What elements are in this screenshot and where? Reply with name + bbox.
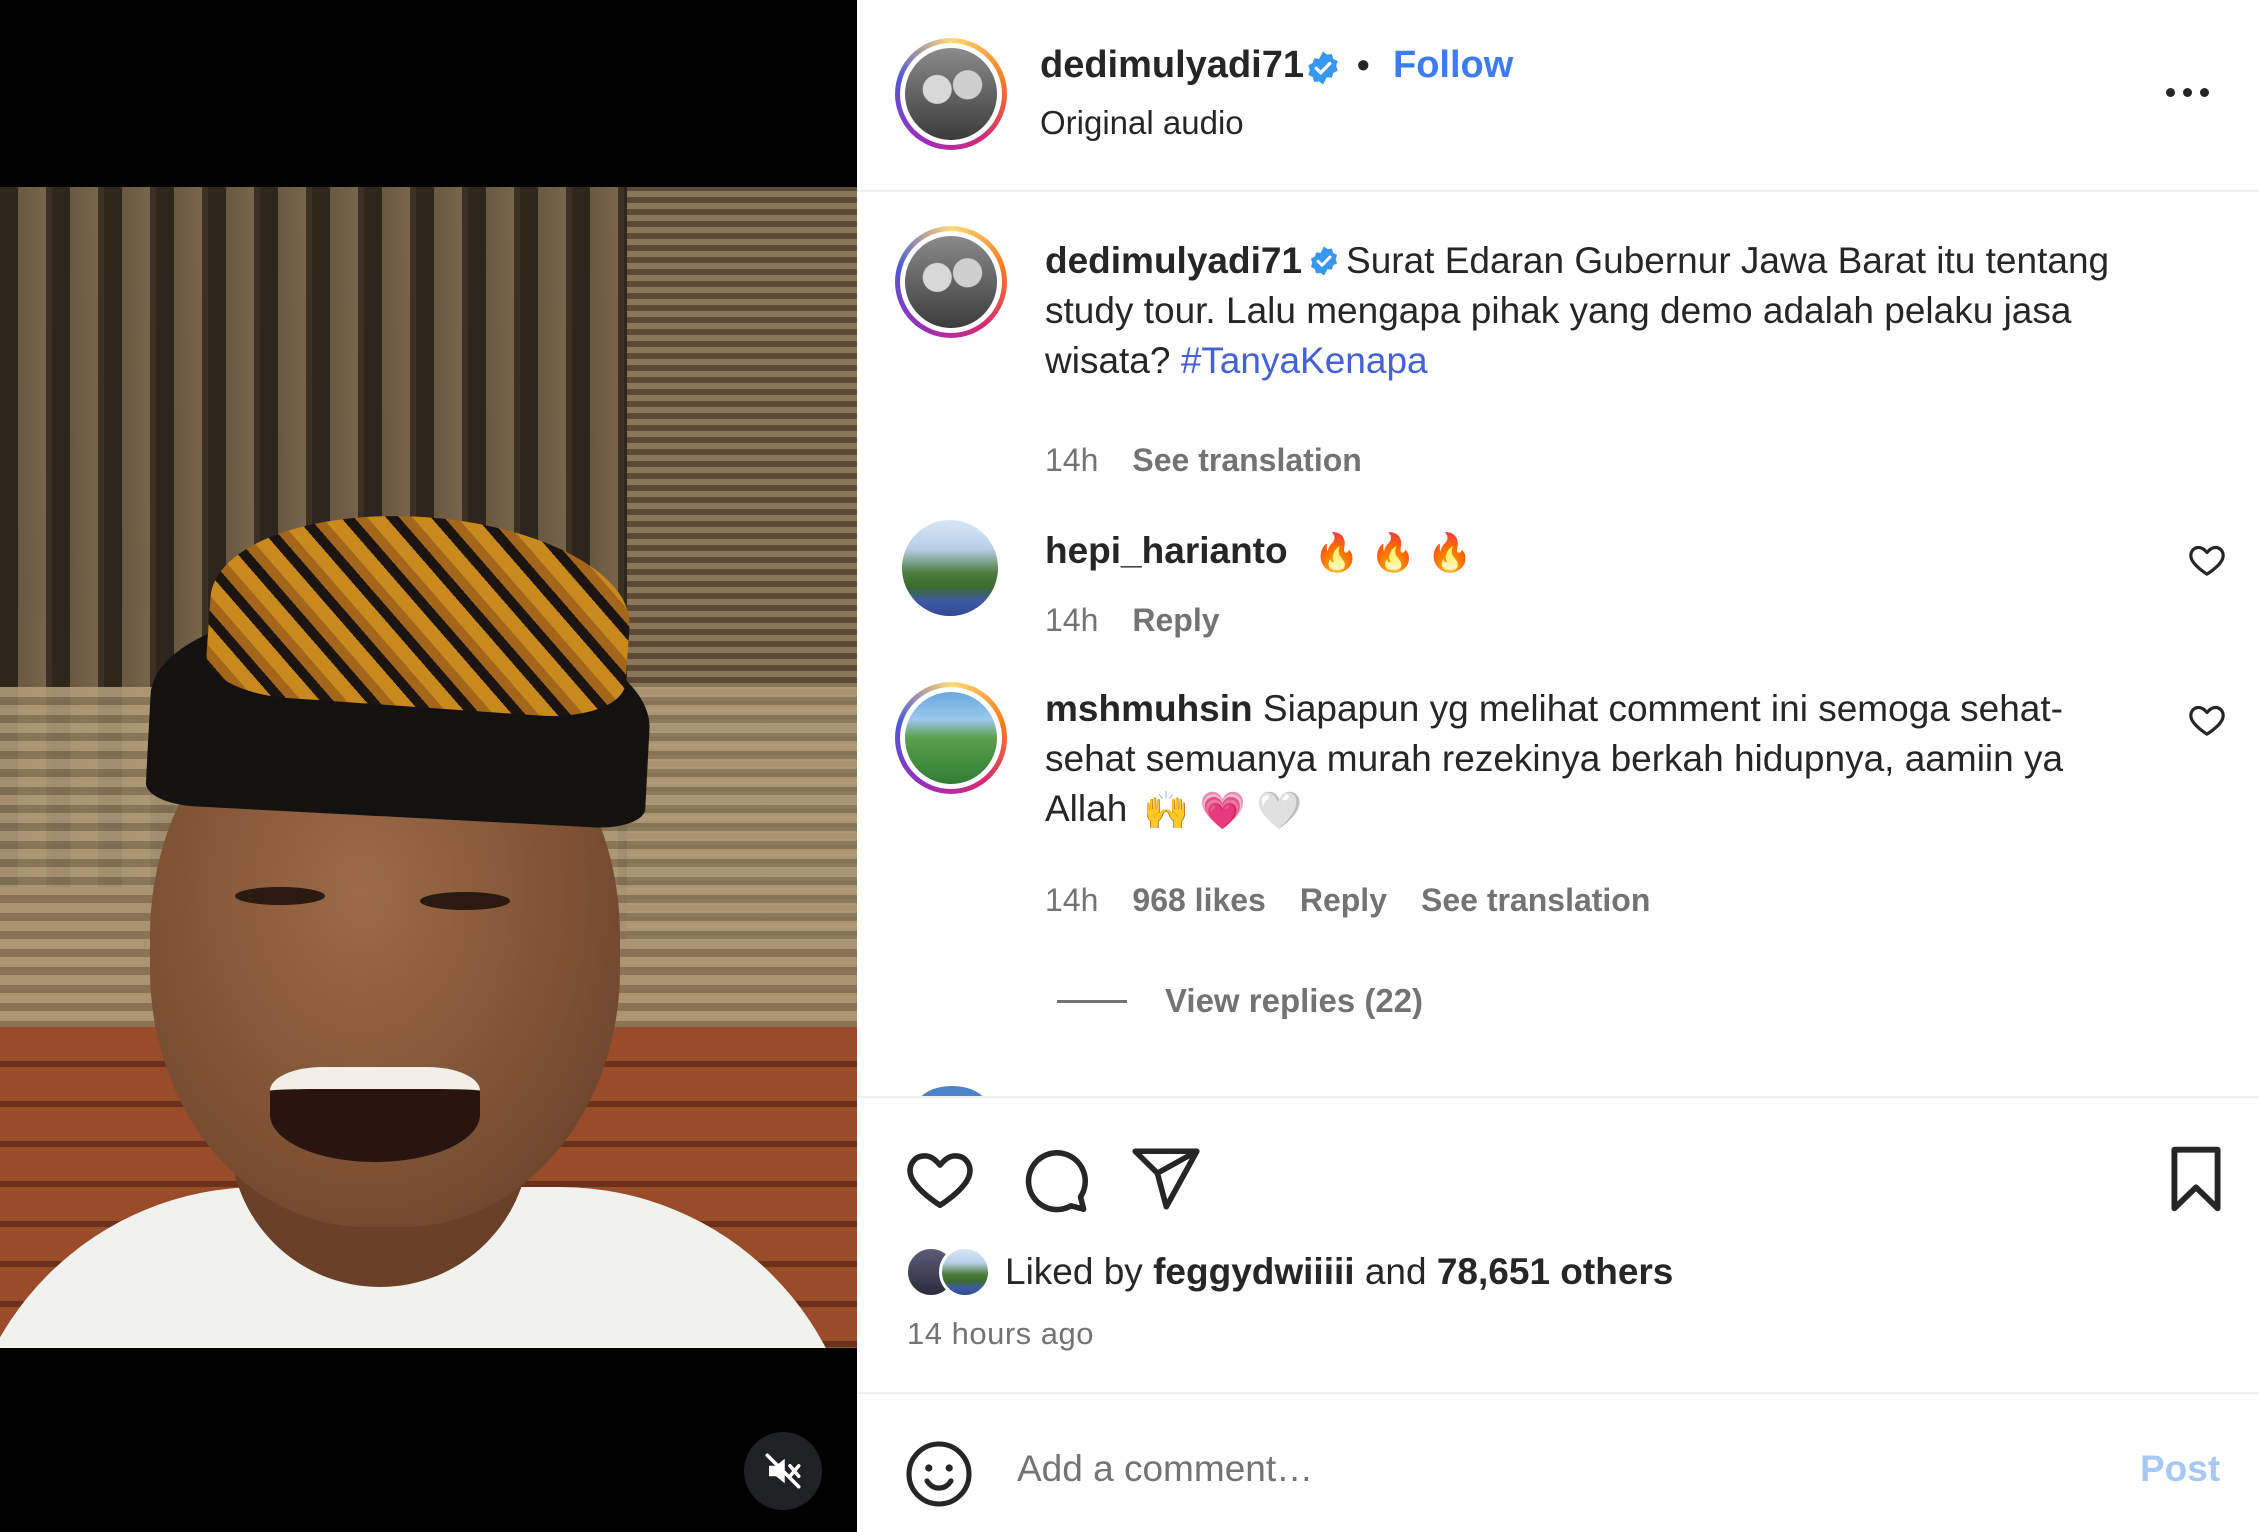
likes-prefix: Liked by — [1005, 1251, 1143, 1292]
verified-badge-icon — [1310, 246, 1338, 276]
more-options-button[interactable] — [2157, 72, 2217, 112]
comment-bubble-icon[interactable] — [1017, 1142, 1091, 1216]
person-eye — [420, 892, 510, 910]
liker-avatar[interactable] — [939, 1246, 991, 1298]
comment-emoji: 🙌 💗 🤍 — [1143, 790, 1303, 832]
verified-badge-icon — [1308, 51, 1338, 85]
commenter-avatar[interactable] — [895, 682, 1007, 794]
likes-text: Liked by feggydwiiiii and 78,651 others — [1005, 1251, 1673, 1293]
comment-text: mshmuhsin Siapapun yg melihat comment in… — [1045, 684, 2105, 836]
audio-label[interactable]: Original audio — [1040, 104, 1244, 142]
video-frame[interactable] — [0, 187, 857, 1348]
post-timestamp[interactable]: 14 hours ago — [907, 1316, 1094, 1352]
post-comment-button[interactable]: Post — [2140, 1448, 2220, 1490]
mute-button[interactable] — [744, 1432, 822, 1510]
comment-meta: 14h Reply — [1045, 602, 1220, 639]
more-horizontal-icon — [2165, 87, 2175, 97]
see-translation-button[interactable]: See translation — [1132, 442, 1361, 479]
comment-username[interactable]: mshmuhsin — [1045, 688, 1253, 729]
caption-meta: 14h See translation — [1045, 442, 1362, 479]
comment-meta: 14h 968 likes Reply See translation — [1045, 882, 1650, 919]
comment-input[interactable] — [1017, 1434, 2017, 1504]
caption-time: 14h — [1045, 442, 1099, 478]
liker-username[interactable]: feggydwiiiii — [1153, 1251, 1354, 1292]
replies-divider — [1057, 999, 1127, 1003]
caption-username[interactable]: dedimulyadi71 — [1045, 240, 1302, 281]
caption-text: dedimulyadi71 Surat Edaran Gubernur Jawa … — [1045, 236, 2125, 386]
fire-emoji: 🔥 🔥 🔥 — [1313, 532, 1473, 574]
video-panel[interactable] — [0, 0, 857, 1532]
post-panel: dedimulyadi71 • Follow Original audio de… — [857, 0, 2259, 1532]
share-paper-plane-icon[interactable] — [1129, 1142, 1203, 1216]
comment-time: 14h — [1045, 882, 1099, 918]
person-mouth — [270, 1067, 480, 1162]
separator-dot: • — [1357, 44, 1370, 85]
see-translation-button[interactable]: See translation — [1421, 882, 1650, 919]
person-eye — [235, 887, 325, 905]
author-avatar[interactable] — [895, 38, 1007, 150]
comment-time: 14h — [1045, 602, 1099, 638]
speaker-muted-icon — [765, 1453, 801, 1489]
likes-conjunction: and — [1364, 1251, 1427, 1292]
view-replies-button[interactable]: View replies (22) — [1057, 982, 1423, 1020]
action-bar: Liked by feggydwiiiii and 78,651 others … — [857, 1096, 2259, 1396]
like-comment-heart-icon[interactable] — [2187, 540, 2227, 580]
post-header: dedimulyadi71 • Follow Original audio — [857, 0, 2259, 192]
view-replies-label: View replies (22) — [1165, 982, 1424, 1019]
emoji-smiley-icon[interactable] — [903, 1438, 975, 1510]
hashtag-link[interactable]: #TanyaKenapa — [1181, 340, 1428, 381]
comment-likes[interactable]: 968 likes — [1132, 882, 1265, 919]
caption-avatar[interactable] — [895, 226, 1007, 338]
comment-text: hepi_harianto 🔥 🔥 🔥 — [1045, 526, 2125, 578]
author-username[interactable]: dedimulyadi71 — [1040, 44, 1304, 87]
comment-username[interactable]: hepi_harianto — [1045, 530, 1288, 571]
likes-summary[interactable]: Liked by feggydwiiiii and 78,651 others — [905, 1246, 1673, 1298]
reply-button[interactable]: Reply — [1132, 602, 1219, 639]
bookmark-save-icon[interactable] — [2159, 1142, 2233, 1216]
follow-button[interactable]: Follow — [1393, 44, 1513, 87]
comments-list[interactable]: dedimulyadi71 Surat Edaran Gubernur Jawa … — [857, 194, 2259, 1096]
likes-others[interactable]: 78,651 others — [1437, 1251, 1674, 1292]
like-comment-heart-icon[interactable] — [2187, 700, 2227, 740]
comment-composer: Post — [857, 1392, 2259, 1532]
like-heart-icon[interactable] — [903, 1142, 977, 1216]
commenter-avatar[interactable] — [902, 520, 998, 616]
next-commenter-avatar[interactable] — [917, 1086, 987, 1096]
reply-button[interactable]: Reply — [1300, 882, 1387, 919]
